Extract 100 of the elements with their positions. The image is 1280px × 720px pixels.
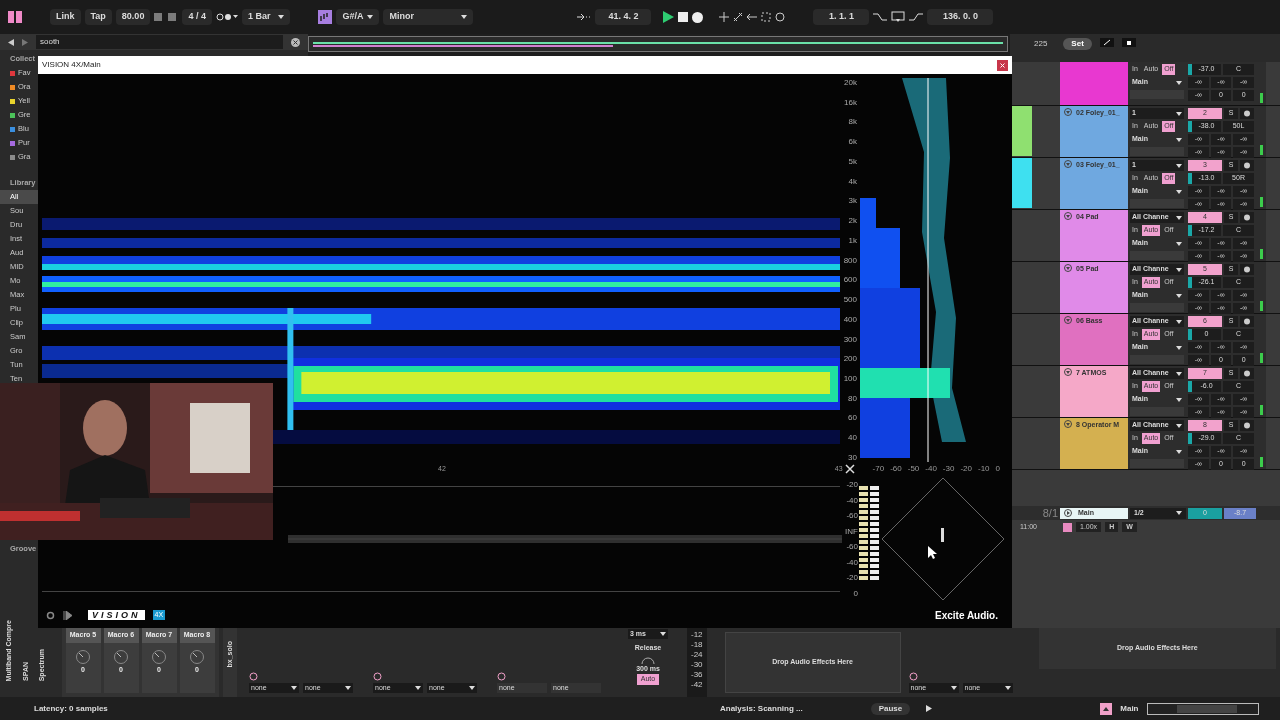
meter-label: INF [845, 526, 858, 536]
caret-icon [1176, 319, 1182, 324]
close-icon[interactable] [844, 464, 855, 474]
window-title: VISION 4X/Main [42, 59, 101, 71]
settings-icon[interactable] [46, 610, 55, 620]
level-meter [1259, 197, 1263, 207]
clip-slot[interactable] [1010, 106, 1032, 156]
arm-icon[interactable] [1240, 264, 1254, 275]
level-meter [1259, 145, 1263, 155]
clear-icon[interactable] [291, 37, 300, 47]
scale-icon[interactable] [318, 10, 333, 24]
follow-icon[interactable] [577, 13, 592, 21]
fold-icon[interactable] [1064, 108, 1072, 116]
frequency-label: 600 [843, 275, 857, 285]
loop-length-field[interactable]: 136. 0. 0 [927, 9, 994, 25]
pause-button[interactable]: Pause [870, 702, 911, 715]
output-channel-field[interactable] [1130, 355, 1184, 364]
loop-start-field[interactable]: 1. 1. 1 [813, 9, 870, 25]
arm-icon[interactable] [1240, 160, 1254, 171]
brand-label: Excite Audio. [935, 608, 998, 623]
frequency-label: 30 [848, 452, 857, 462]
frequency-label: 2k [848, 216, 857, 226]
output-channel-field[interactable] [1130, 199, 1184, 208]
set-button[interactable]: Set [1063, 38, 1092, 50]
caret-icon [1176, 371, 1182, 376]
gain-scale-label: -18 [691, 640, 703, 650]
punch-in-icon[interactable] [873, 12, 888, 22]
forward-icon[interactable] [22, 38, 28, 46]
caret-icon [461, 15, 468, 19]
fold-icon[interactable] [1064, 160, 1072, 168]
add-icon[interactable] [719, 12, 730, 22]
output-channel-field[interactable] [1130, 459, 1184, 468]
layout-icon[interactable] [8, 11, 22, 23]
punch-out-icon[interactable] [909, 12, 924, 22]
play-icon[interactable] [63, 610, 72, 620]
output-channel-field[interactable] [1130, 147, 1184, 156]
fold-icon[interactable] [1064, 212, 1072, 220]
xy-pad-handle[interactable] [908, 672, 918, 681]
xy-pad-handle[interactable] [249, 672, 258, 681]
output-channel-field[interactable] [1130, 251, 1184, 260]
output-channel-field[interactable] [1130, 303, 1184, 312]
frequency-label: 100 [843, 374, 857, 383]
macro-knob[interactable] [113, 648, 129, 665]
tempo-field[interactable]: 80.00 [115, 9, 151, 25]
quantize-dropdown[interactable]: 1 Bar [241, 9, 291, 25]
play-icon[interactable] [926, 705, 933, 712]
db-axis-label: -40 [925, 463, 937, 475]
db-axis-label: -50 [907, 463, 920, 475]
macro-knob[interactable] [75, 648, 91, 665]
xy-pad-handle[interactable] [497, 672, 506, 681]
arm-icon[interactable] [1240, 212, 1254, 223]
caret-icon [660, 632, 666, 636]
meter-label: -20 [846, 573, 858, 583]
nudge-icon[interactable] [154, 13, 179, 21]
position-field[interactable]: 41. 4. 2 [595, 9, 652, 25]
latency-label: Latency: 0 samples [34, 702, 109, 715]
macro-knob[interactable] [189, 648, 205, 665]
stop-icon[interactable] [678, 12, 689, 22]
arm-icon[interactable] [1240, 108, 1254, 119]
clip-slot[interactable] [1010, 158, 1032, 208]
record-icon[interactable] [692, 11, 704, 23]
macro-knob[interactable] [151, 648, 167, 665]
search-field[interactable]: sooth [36, 35, 283, 49]
caret-icon [1176, 345, 1182, 350]
loop-icon[interactable] [891, 11, 906, 23]
play-icon[interactable] [1064, 509, 1072, 517]
arm-icon[interactable] [1240, 420, 1254, 431]
play-icon[interactable] [663, 11, 675, 23]
fold-icon[interactable] [1064, 420, 1072, 428]
arm-icon[interactable] [1240, 368, 1254, 379]
frequency-label: 1k [848, 235, 857, 245]
level-meter [1259, 93, 1263, 103]
frequency-label: 800 [843, 255, 857, 265]
lock-icon[interactable] [1121, 38, 1136, 47]
caret-icon [1176, 511, 1182, 515]
fold-icon[interactable] [1064, 316, 1072, 324]
fold-icon[interactable] [1064, 264, 1072, 272]
time-signature-field[interactable]: 4 / 4 [182, 9, 212, 25]
xy-pad-handle[interactable] [373, 672, 382, 681]
metronome-icon[interactable] [215, 13, 238, 21]
frequency-label: 4k [848, 176, 857, 186]
frequency-label: 300 [843, 334, 857, 344]
meter-label: 0 [853, 588, 858, 598]
level-meter [1259, 249, 1263, 259]
level-meter [1259, 301, 1263, 311]
output-channel-field[interactable] [1130, 407, 1184, 416]
arm-icon[interactable] [1240, 316, 1254, 327]
arrow-icon[interactable] [747, 12, 758, 22]
scale-dropdown[interactable]: Minor [383, 9, 474, 25]
link-chain-icon[interactable] [733, 12, 744, 22]
back-icon[interactable] [8, 38, 14, 46]
key-dropdown[interactable]: G#/A [336, 9, 380, 25]
fold-icon[interactable] [1064, 368, 1072, 376]
frequency-label: 8k [848, 117, 857, 127]
tap-button[interactable]: Tap [84, 9, 112, 25]
meter-label: -60 [846, 542, 858, 552]
caret-icon [1176, 423, 1182, 428]
link-button[interactable]: Link [50, 9, 81, 25]
caret-icon [1176, 397, 1182, 402]
triangle-button-icon[interactable] [1100, 702, 1113, 715]
